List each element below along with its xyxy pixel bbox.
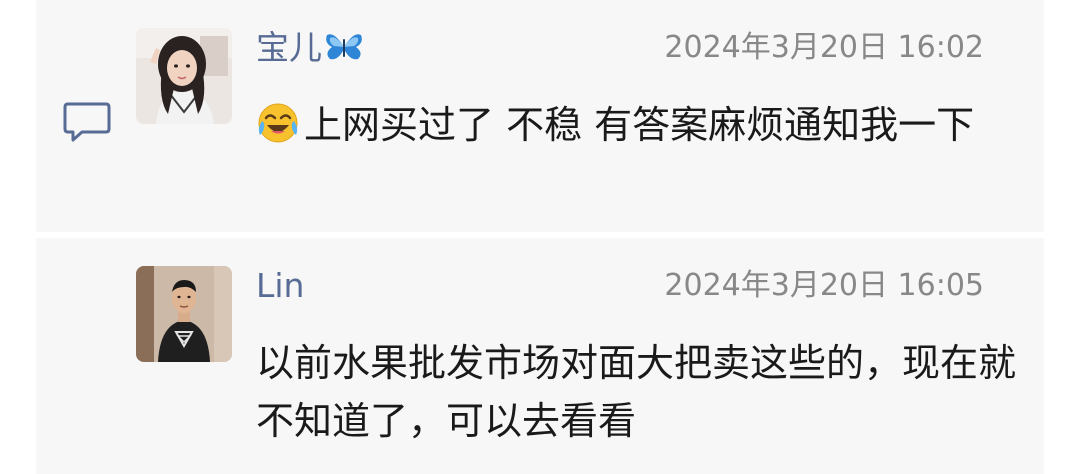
- author-name[interactable]: 宝儿: [256, 28, 322, 67]
- comment-time: 2024年3月20日 16:05: [664, 268, 984, 303]
- avatar[interactable]: [136, 28, 232, 124]
- comment-body: 上网买过了 不稳 有答案麻烦通知我一下: [304, 103, 975, 147]
- comment-text: 上网买过了 不稳 有答案麻烦通知我一下: [256, 96, 1016, 154]
- comment-icon: [63, 102, 111, 142]
- comment-author[interactable]: 宝儿: [256, 28, 364, 68]
- comment-body: 以前水果批发市场对面大把卖这些的，现在就不知道了，可以去看看: [256, 341, 1017, 443]
- comment-author[interactable]: Lin: [256, 266, 304, 306]
- comment-text: 以前水果批发市场对面大把卖这些的，现在就不知道了，可以去看看: [256, 334, 1016, 450]
- comment-divider: [36, 232, 1044, 238]
- crying-laughing-emoji-icon: [258, 103, 298, 143]
- comment-time: 2024年3月20日 16:02: [664, 30, 984, 65]
- butterfly-icon: [326, 34, 362, 60]
- avatar[interactable]: [136, 266, 232, 362]
